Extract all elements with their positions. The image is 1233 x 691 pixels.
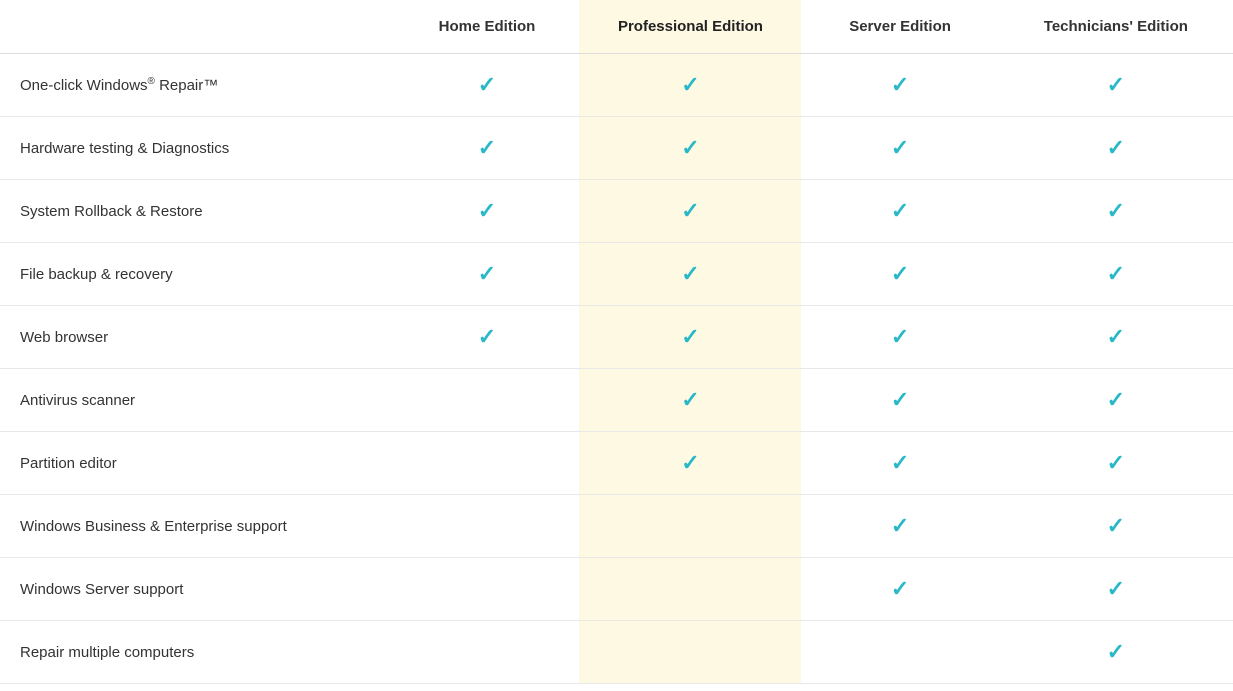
cell-tech-row0: ✓ bbox=[999, 54, 1233, 117]
cell-server-row7: ✓ bbox=[801, 495, 998, 558]
table-row: System Rollback & Restore ✓ ✓ ✓ ✓ bbox=[0, 180, 1233, 243]
check-icon: ✓ bbox=[891, 324, 909, 350]
check-icon: ✓ bbox=[1107, 639, 1125, 665]
cell-tech-row6: ✓ bbox=[999, 432, 1233, 495]
check-icon: ✓ bbox=[891, 72, 909, 98]
cell-home-row8 bbox=[395, 558, 580, 621]
cell-server-row1: ✓ bbox=[801, 117, 998, 180]
check-icon: ✓ bbox=[1107, 324, 1125, 350]
check-icon: ✓ bbox=[681, 450, 699, 476]
cell-server-row3: ✓ bbox=[801, 243, 998, 306]
cell-server-row5: ✓ bbox=[801, 369, 998, 432]
column-header-tech: Technicians' Edition bbox=[999, 0, 1233, 54]
cell-server-row2: ✓ bbox=[801, 180, 998, 243]
check-icon: ✓ bbox=[478, 261, 496, 287]
feature-label: Repair multiple computers bbox=[0, 621, 395, 684]
cell-server-row0: ✓ bbox=[801, 54, 998, 117]
cell-pro-row2: ✓ bbox=[579, 180, 801, 243]
cell-pro-row8 bbox=[579, 558, 801, 621]
feature-label: Web browser bbox=[0, 306, 395, 369]
cell-pro-row0: ✓ bbox=[579, 54, 801, 117]
check-icon: ✓ bbox=[891, 261, 909, 287]
table-row: Windows Business & Enterprise support ✓ ✓ bbox=[0, 495, 1233, 558]
feature-label: Partition editor bbox=[0, 432, 395, 495]
cell-home-row2: ✓ bbox=[395, 180, 580, 243]
check-icon: ✓ bbox=[891, 198, 909, 224]
check-icon: ✓ bbox=[1107, 72, 1125, 98]
check-icon: ✓ bbox=[478, 135, 496, 161]
table-row: One-click Windows® Repair™ ✓ ✓ ✓ ✓ bbox=[0, 54, 1233, 117]
cell-tech-row5: ✓ bbox=[999, 369, 1233, 432]
check-icon: ✓ bbox=[891, 387, 909, 413]
check-icon: ✓ bbox=[1107, 513, 1125, 539]
cell-home-row9 bbox=[395, 621, 580, 684]
check-icon: ✓ bbox=[681, 261, 699, 287]
cell-pro-row9 bbox=[579, 621, 801, 684]
check-icon: ✓ bbox=[891, 513, 909, 539]
check-icon: ✓ bbox=[681, 324, 699, 350]
cell-tech-row1: ✓ bbox=[999, 117, 1233, 180]
check-icon: ✓ bbox=[478, 198, 496, 224]
table-row: Hardware testing & Diagnostics ✓ ✓ ✓ ✓ bbox=[0, 117, 1233, 180]
cell-pro-row6: ✓ bbox=[579, 432, 801, 495]
feature-label: Hardware testing & Diagnostics bbox=[0, 117, 395, 180]
table-row: Windows Server support ✓ ✓ bbox=[0, 558, 1233, 621]
cell-pro-row5: ✓ bbox=[579, 369, 801, 432]
feature-label: Windows Business & Enterprise support bbox=[0, 495, 395, 558]
cell-home-row0: ✓ bbox=[395, 54, 580, 117]
check-icon: ✓ bbox=[1107, 387, 1125, 413]
cell-home-row7 bbox=[395, 495, 580, 558]
cell-tech-row2: ✓ bbox=[999, 180, 1233, 243]
feature-label: Windows Server support bbox=[0, 558, 395, 621]
column-header-server: Server Edition bbox=[801, 0, 998, 54]
check-icon: ✓ bbox=[1107, 198, 1125, 224]
cell-server-row8: ✓ bbox=[801, 558, 998, 621]
check-icon: ✓ bbox=[891, 135, 909, 161]
cell-home-row4: ✓ bbox=[395, 306, 580, 369]
column-header-home: Home Edition bbox=[395, 0, 580, 54]
check-icon: ✓ bbox=[891, 576, 909, 602]
check-icon: ✓ bbox=[681, 72, 699, 98]
table-row: Partition editor ✓ ✓ ✓ bbox=[0, 432, 1233, 495]
column-header-pro: Professional Edition bbox=[579, 0, 801, 54]
check-icon: ✓ bbox=[478, 324, 496, 350]
feature-label: Antivirus scanner bbox=[0, 369, 395, 432]
check-icon: ✓ bbox=[891, 450, 909, 476]
cell-pro-row1: ✓ bbox=[579, 117, 801, 180]
comparison-table: Home Edition Professional Edition Server… bbox=[0, 0, 1233, 691]
feature-label: File backup & recovery bbox=[0, 243, 395, 306]
cell-home-row5 bbox=[395, 369, 580, 432]
cell-home-row3: ✓ bbox=[395, 243, 580, 306]
cell-tech-row4: ✓ bbox=[999, 306, 1233, 369]
check-icon: ✓ bbox=[681, 135, 699, 161]
check-icon: ✓ bbox=[1107, 450, 1125, 476]
check-icon: ✓ bbox=[681, 387, 699, 413]
cell-tech-row9: ✓ bbox=[999, 621, 1233, 684]
check-icon: ✓ bbox=[1107, 261, 1125, 287]
check-icon: ✓ bbox=[1107, 576, 1125, 602]
cell-pro-row3: ✓ bbox=[579, 243, 801, 306]
check-icon: ✓ bbox=[1107, 135, 1125, 161]
table-row: File backup & recovery ✓ ✓ ✓ ✓ bbox=[0, 243, 1233, 306]
cell-tech-row8: ✓ bbox=[999, 558, 1233, 621]
cell-server-row6: ✓ bbox=[801, 432, 998, 495]
cell-pro-row4: ✓ bbox=[579, 306, 801, 369]
check-icon: ✓ bbox=[478, 72, 496, 98]
cell-server-row9 bbox=[801, 621, 998, 684]
cell-server-row4: ✓ bbox=[801, 306, 998, 369]
column-header-feature bbox=[0, 0, 395, 54]
feature-label: One-click Windows® Repair™ bbox=[0, 54, 395, 117]
table-row: Antivirus scanner ✓ ✓ ✓ bbox=[0, 369, 1233, 432]
table-row: Web browser ✓ ✓ ✓ ✓ bbox=[0, 306, 1233, 369]
cell-tech-row7: ✓ bbox=[999, 495, 1233, 558]
cell-home-row6 bbox=[395, 432, 580, 495]
cell-pro-row7 bbox=[579, 495, 801, 558]
cell-home-row1: ✓ bbox=[395, 117, 580, 180]
feature-label: System Rollback & Restore bbox=[0, 180, 395, 243]
table-row: Repair multiple computers ✓ bbox=[0, 621, 1233, 684]
cell-tech-row3: ✓ bbox=[999, 243, 1233, 306]
check-icon: ✓ bbox=[681, 198, 699, 224]
